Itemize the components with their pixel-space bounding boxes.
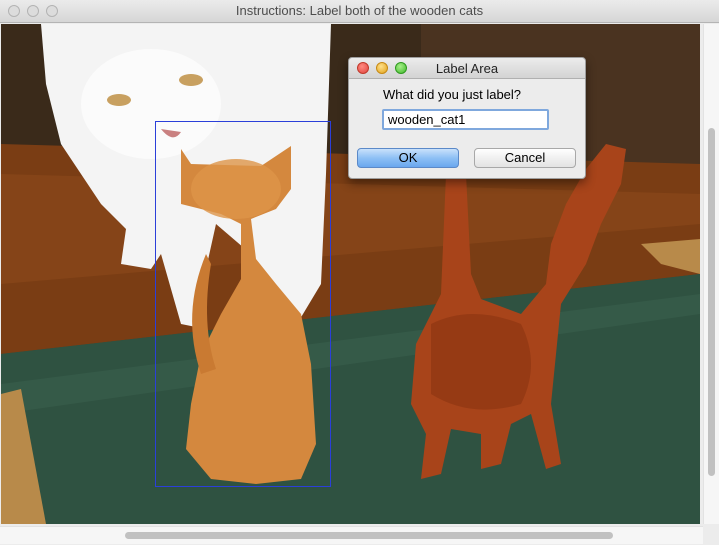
label-input[interactable] — [382, 109, 549, 130]
horizontal-scroll-thumb[interactable] — [125, 532, 613, 539]
cancel-button[interactable]: Cancel — [474, 148, 576, 168]
dialog-title-bar[interactable]: Label Area — [349, 58, 585, 79]
ok-button[interactable]: OK — [357, 148, 459, 168]
label-area-dialog: Label Area What did you just label? OK C… — [348, 57, 586, 179]
vertical-scroll-thumb[interactable] — [708, 128, 715, 476]
main-window: Instructions: Label both of the wooden c… — [0, 0, 719, 545]
window-title: Instructions: Label both of the wooden c… — [235, 3, 484, 18]
dialog-prompt: What did you just label? — [383, 87, 522, 102]
dialog-title: Label Area — [435, 61, 499, 76]
vertical-scrollbar[interactable] — [703, 24, 719, 524]
bounding-box-wooden-cat1[interactable] — [155, 121, 331, 487]
horizontal-scrollbar[interactable] — [0, 526, 703, 544]
title-bar[interactable]: Instructions: Label both of the wooden c… — [0, 0, 719, 23]
